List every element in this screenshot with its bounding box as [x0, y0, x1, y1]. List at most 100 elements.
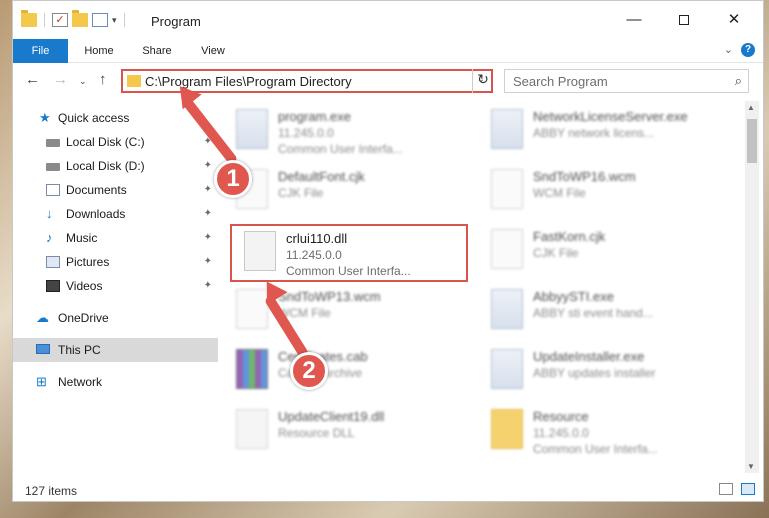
application-icon — [236, 109, 268, 149]
file-description: ABBY sti event hand... — [533, 306, 653, 320]
application-icon — [491, 109, 523, 149]
details-view-icon[interactable] — [719, 483, 733, 495]
archive-icon — [236, 349, 268, 389]
back-button[interactable]: ← — [25, 71, 40, 88]
file-item[interactable]: DefaultFont.cjk CJK File — [228, 163, 468, 219]
expand-ribbon-icon[interactable]: ⌄ — [724, 43, 733, 56]
scroll-thumb[interactable] — [747, 119, 757, 163]
sidebar-item-label: OneDrive — [58, 311, 109, 325]
search-placeholder: Search Program — [513, 74, 608, 89]
file-type: Resource DLL — [278, 426, 355, 440]
sidebar-item-label: This PC — [58, 343, 101, 357]
quick-access-toolbar: ✓ ▾ — [21, 10, 128, 27]
download-icon: ↓ — [46, 206, 53, 221]
file-version: 11.245.0.0 — [278, 126, 334, 140]
tab-view[interactable]: View — [195, 39, 231, 63]
file-name: NetworkLicenseServer.exe — [533, 109, 688, 124]
sidebar-item-label: Network — [58, 375, 103, 389]
properties-icon[interactable] — [92, 13, 108, 27]
file-description: ABBY updates installer — [533, 366, 656, 380]
search-icon[interactable]: ⌕ — [735, 73, 742, 89]
file-icon — [491, 169, 523, 209]
sidebar-item-label: Pictures — [66, 255, 110, 269]
toolbar-divider — [44, 13, 45, 27]
item-count: 127 items — [25, 484, 78, 498]
file-highlight-box — [230, 224, 468, 282]
file-item[interactable]: SndToWP16.wcm WCM File — [483, 163, 723, 219]
file-item[interactable]: FastKorn.cjk CJK File — [483, 223, 723, 279]
scroll-down-arrow-icon[interactable]: ▼ — [747, 462, 755, 471]
sidebar-item-label: Music — [66, 231, 98, 245]
sidebar-item-local-disk-c[interactable]: Local Disk (C:) ✦ — [13, 130, 218, 154]
music-icon: ♪ — [46, 230, 53, 245]
pin-icon[interactable]: ✦ — [204, 154, 212, 178]
properties-check-icon[interactable]: ✓ — [52, 13, 68, 27]
sidebar-item-downloads[interactable]: ↓ Downloads ✦ — [13, 202, 218, 226]
help-icon[interactable]: ? — [741, 43, 755, 57]
file-item[interactable]: NetworkLicenseServer.exe ABBY network li… — [483, 103, 723, 159]
maximize-icon — [679, 15, 689, 26]
file-description: ABBY network licens... — [533, 126, 655, 140]
pin-icon[interactable]: ✦ — [204, 178, 212, 202]
new-folder-icon[interactable] — [72, 10, 88, 27]
file-name: DefaultFont.cjk — [278, 169, 365, 184]
address-path[interactable]: C:\Program Files\Program Directory — [145, 74, 352, 89]
sidebar-item-label: Local Disk (D:) — [66, 159, 145, 173]
title-bar: ✓ ▾ Program — ✕ — [13, 1, 763, 39]
file-name: UpdateClient19.dll — [278, 409, 385, 424]
sidebar-item-network[interactable]: ⊞ Network — [13, 370, 218, 394]
up-button[interactable]: ↑ — [99, 71, 107, 88]
file-item[interactable]: UpdateInstaller.exe ABBY updates install… — [483, 343, 723, 399]
scroll-up-arrow-icon[interactable]: ▲ — [747, 103, 755, 112]
sidebar-item-pictures[interactable]: Pictures ✦ — [13, 250, 218, 274]
maximize-button[interactable] — [669, 9, 699, 31]
search-input[interactable]: Search Program ⌕ — [504, 69, 749, 93]
tab-file[interactable]: File — [13, 39, 68, 63]
sidebar-item-local-disk-d[interactable]: Local Disk (D:) ✦ — [13, 154, 218, 178]
computer-icon — [36, 344, 50, 354]
pin-icon[interactable]: ✦ — [204, 250, 212, 274]
sidebar-item-onedrive[interactable]: ☁ OneDrive — [13, 306, 218, 330]
videos-icon — [46, 280, 60, 292]
pin-icon[interactable]: ✦ — [204, 202, 212, 226]
dll-settings-icon — [236, 409, 268, 449]
pin-icon[interactable]: ✦ — [204, 274, 212, 298]
file-description: Common User Interfa... — [278, 142, 403, 156]
pin-icon[interactable]: ✦ — [204, 226, 212, 250]
file-name: SndToWP16.wcm — [533, 169, 636, 184]
star-icon: ★ — [39, 110, 51, 125]
file-item[interactable]: Certificates.cab Cabinet Archive — [228, 343, 468, 399]
file-name: UpdateInstaller.exe — [533, 349, 645, 364]
file-item[interactable]: UpdateClient19.dll Resource DLL — [228, 403, 468, 459]
sidebar-item-documents[interactable]: Documents ✦ — [13, 178, 218, 202]
tab-home[interactable]: Home — [79, 39, 119, 63]
window-title: Program — [151, 14, 201, 29]
drive-icon — [46, 139, 60, 147]
forward-button[interactable]: → — [53, 71, 68, 88]
large-icons-view-icon[interactable] — [741, 483, 755, 495]
file-name: SndToWP13.wcm — [278, 289, 381, 304]
sidebar-item-music[interactable]: ♪ Music ✦ — [13, 226, 218, 250]
application-icon — [491, 349, 523, 389]
step-1-badge: 1 — [214, 160, 252, 198]
title-divider — [123, 13, 125, 27]
application-icon — [491, 289, 523, 329]
status-bar: 127 items — [13, 479, 763, 501]
file-name: FastKorn.cjk — [533, 229, 606, 244]
sidebar-item-this-pc[interactable]: This PC — [13, 338, 218, 362]
close-button[interactable]: ✕ — [719, 9, 749, 31]
vertical-scrollbar[interactable]: ▲ ▼ — [745, 101, 759, 473]
file-item[interactable]: Resource 11.245.0.0 Common User Interfa.… — [483, 403, 723, 459]
refresh-button[interactable]: ↻ — [472, 69, 493, 93]
tab-share[interactable]: Share — [137, 39, 177, 63]
recent-locations-icon[interactable]: ⌄ — [79, 76, 87, 87]
navigation-bar: ← → ⌄ ↑ C:\Program Files\Program Directo… — [13, 65, 763, 97]
file-item[interactable]: program.exe 11.245.0.0 Common User Inter… — [228, 103, 468, 159]
file-item[interactable]: AbbyySTI.exe ABBY sti event hand... — [483, 283, 723, 339]
documents-icon — [46, 184, 60, 196]
file-name: program.exe — [278, 109, 351, 124]
sidebar-item-videos[interactable]: Videos ✦ — [13, 274, 218, 298]
minimize-button[interactable]: — — [619, 9, 649, 31]
customize-toolbar-dropdown-icon[interactable]: ▾ — [112, 15, 117, 26]
navigation-pane: ★ Quick access Local Disk (C:) ✦ Local D… — [13, 101, 218, 471]
